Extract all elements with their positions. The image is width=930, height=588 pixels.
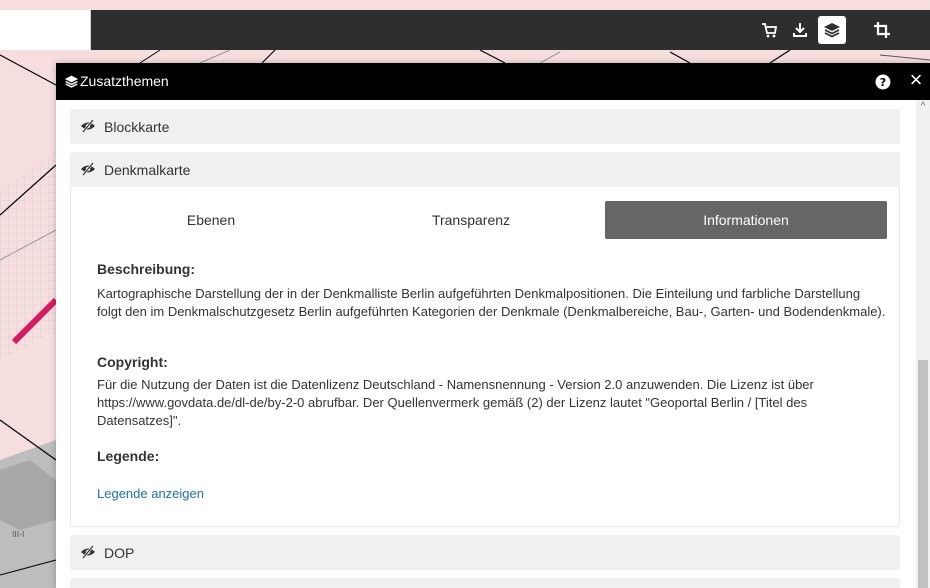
eye-slash-icon[interactable] xyxy=(80,119,96,133)
show-legend-link[interactable]: Legende anzeigen xyxy=(97,486,204,501)
layers-icon xyxy=(64,75,79,88)
search-input[interactable] xyxy=(0,10,91,50)
layers-button[interactable] xyxy=(818,16,846,44)
tab-informationen[interactable]: Informationen xyxy=(605,201,887,239)
panel-title: Zusatzthemen xyxy=(80,73,169,89)
svg-text:?: ? xyxy=(880,76,886,89)
accordion-dop[interactable]: DOP xyxy=(70,535,900,570)
accordion-label: DOP xyxy=(104,545,135,561)
close-icon[interactable]: × xyxy=(904,69,928,93)
scroll-thumb[interactable] xyxy=(918,360,928,588)
tab-ebenen[interactable]: Ebenen xyxy=(81,201,341,239)
tab-transparenz[interactable]: Transparenz xyxy=(341,201,601,239)
scroll-up-arrow[interactable]: ^ xyxy=(916,102,930,112)
beschreibung-heading: Beschreibung: xyxy=(97,261,196,277)
accordion-label: Denkmalkarte xyxy=(104,162,191,178)
cart-icon xyxy=(762,23,778,38)
eye-slash-icon[interactable] xyxy=(80,162,96,176)
copyright-heading: Copyright: xyxy=(97,354,168,370)
copyright-text: Für die Nutzung der Daten ist die Datenl… xyxy=(97,377,814,428)
download-icon xyxy=(793,23,807,37)
legende-heading: Legende: xyxy=(97,448,160,464)
additional-themes-panel: Zusatzthemen ? × Blockkarte Denkmalkarte… xyxy=(56,63,930,588)
denkmalkarte-details: Ebenen Transparenz Informationen Beschre… xyxy=(70,187,900,527)
panel-scrollbar[interactable]: ^ xyxy=(916,100,930,588)
accordion-label: Blockkarte xyxy=(104,119,170,135)
help-icon[interactable]: ? xyxy=(874,73,892,91)
accordion-denkmalkarte[interactable]: Denkmalkarte xyxy=(70,152,900,187)
map-label: III-I xyxy=(12,530,24,539)
eye-slash-icon[interactable] xyxy=(80,545,96,559)
accordion-blockkarte[interactable]: Blockkarte xyxy=(70,109,900,144)
cart-button[interactable] xyxy=(755,16,783,44)
beschreibung-text: Kartographische Darstellung der in der D… xyxy=(97,286,886,319)
download-button[interactable] xyxy=(786,16,814,44)
panel-header: Zusatzthemen ? × xyxy=(56,63,930,100)
crop-button[interactable] xyxy=(868,16,896,44)
top-toolbar xyxy=(0,10,930,50)
accordion-next-item[interactable] xyxy=(70,578,900,588)
crop-icon xyxy=(874,22,890,38)
panel-content: Blockkarte Denkmalkarte Ebenen Transpare… xyxy=(56,100,916,588)
layers-icon xyxy=(824,23,840,38)
